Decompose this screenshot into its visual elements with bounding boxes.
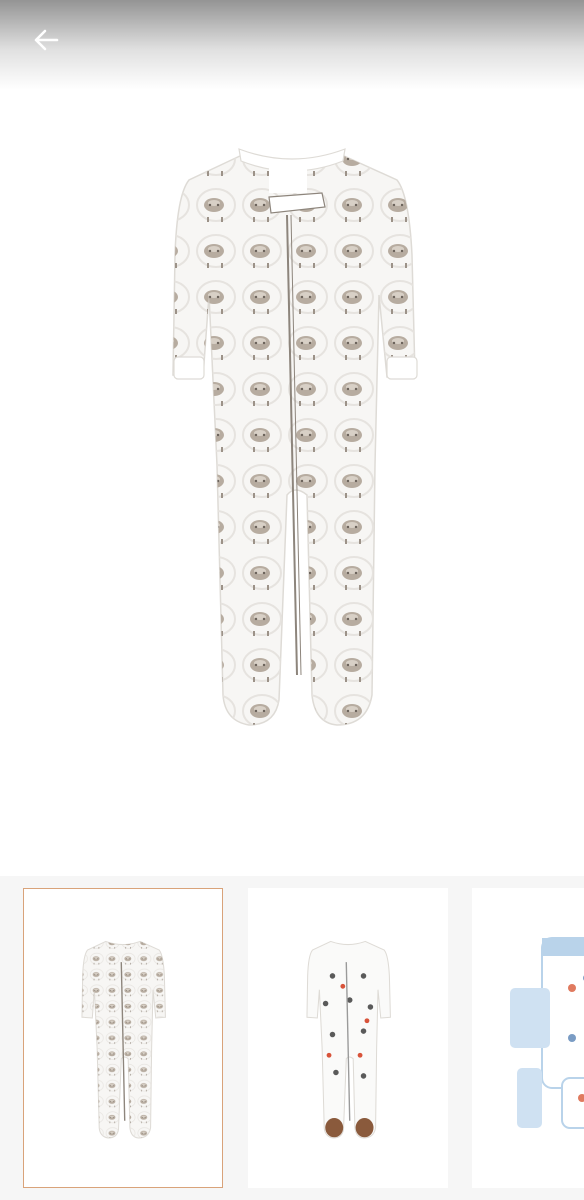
product-image-viewer [0, 0, 584, 1200]
arrow-left-icon [33, 29, 59, 56]
sleeper-illustration [172, 148, 418, 726]
thumbnail-strip [0, 876, 584, 1200]
sleeper-thumbnail [306, 940, 391, 1139]
top-shade-overlay [0, 0, 584, 90]
layette-set-thumbnail [510, 937, 584, 1129]
thumbnail-item[interactable] [472, 888, 584, 1188]
sleeper-thumbnail [81, 940, 166, 1139]
thumbnail-item[interactable] [248, 888, 448, 1188]
back-button[interactable] [26, 22, 66, 62]
main-product-image[interactable] [0, 90, 584, 870]
thumbnail-item[interactable] [23, 888, 223, 1188]
